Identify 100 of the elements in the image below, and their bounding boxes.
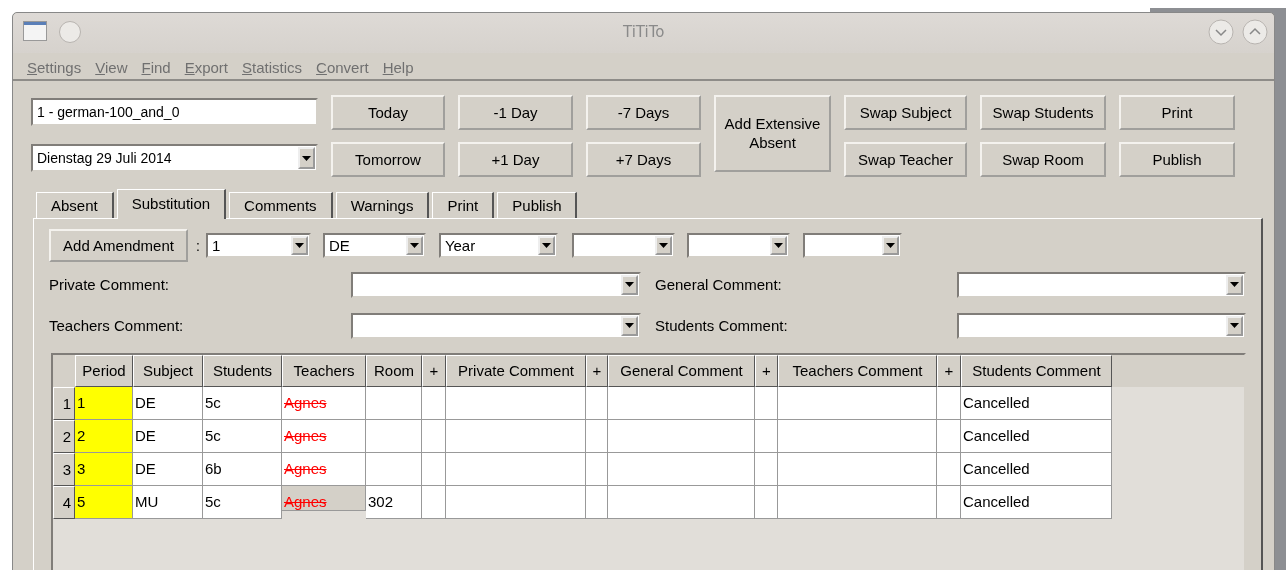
maximize-button[interactable] — [1242, 19, 1268, 45]
table-cell[interactable]: 5 — [75, 486, 133, 519]
table-cell[interactable]: MU — [133, 486, 203, 519]
table-cell[interactable] — [446, 420, 586, 453]
toolbar-button[interactable]: Tomorrow — [331, 142, 445, 177]
table-cell[interactable]: Cancelled — [961, 486, 1112, 519]
table-cell[interactable]: Cancelled — [961, 453, 1112, 486]
row-header[interactable]: 1 — [53, 387, 75, 420]
minimize-button[interactable] — [1208, 19, 1234, 45]
table-cell[interactable] — [446, 486, 586, 519]
toolbar-button[interactable]: Add Extensive Absent — [714, 95, 831, 172]
column-header[interactable]: + — [755, 355, 778, 387]
toolbar-button[interactable]: +7 Days — [586, 142, 701, 177]
column-header[interactable]: Room — [366, 355, 422, 387]
table-cell[interactable] — [422, 387, 446, 420]
table-cell[interactable] — [937, 387, 961, 420]
table-cell[interactable]: 6b — [203, 453, 282, 486]
table-cell[interactable]: DE — [133, 453, 203, 486]
table-cell[interactable] — [366, 420, 422, 453]
toolbar-button[interactable]: -7 Days — [586, 95, 701, 130]
table-cell[interactable]: Agnes — [282, 387, 366, 420]
tab[interactable]: Substitution — [116, 189, 227, 219]
table-cell[interactable] — [422, 420, 446, 453]
column-header[interactable]: Subject — [133, 355, 203, 387]
add-amendment-button[interactable]: Add Amendment — [49, 229, 188, 262]
toolbar-button[interactable]: Today — [331, 95, 445, 130]
table-cell[interactable] — [937, 453, 961, 486]
table-cell[interactable]: 2 — [75, 420, 133, 453]
table-cell[interactable] — [422, 486, 446, 519]
table-cell[interactable] — [586, 453, 608, 486]
table-cell[interactable] — [755, 387, 778, 420]
column-header[interactable]: + — [422, 355, 446, 387]
table-cell[interactable] — [778, 486, 937, 519]
table-cell[interactable] — [608, 453, 755, 486]
table-cell[interactable] — [778, 387, 937, 420]
table-cell[interactable]: 302 — [366, 486, 422, 519]
comment-dropdown[interactable] — [957, 271, 1246, 298]
table-cell[interactable]: DE — [133, 387, 203, 420]
toolbar-button[interactable]: Swap Teacher — [844, 142, 967, 177]
table-cell[interactable] — [586, 486, 608, 519]
table-cell[interactable] — [778, 453, 937, 486]
table-cell[interactable] — [446, 387, 586, 420]
filter-dropdown[interactable] — [571, 233, 675, 258]
column-header[interactable]: Students — [203, 355, 282, 387]
row-header[interactable]: 4 — [53, 486, 75, 519]
column-header[interactable]: + — [586, 355, 608, 387]
column-header[interactable]: Private Comment — [446, 355, 586, 387]
table-cell[interactable] — [937, 486, 961, 519]
tab[interactable]: Print — [432, 192, 495, 218]
table-cell[interactable] — [366, 387, 422, 420]
table-cell[interactable] — [586, 420, 608, 453]
filter-dropdown[interactable] — [686, 233, 790, 258]
column-header[interactable]: + — [937, 355, 961, 387]
comment-dropdown[interactable] — [351, 271, 641, 298]
table-cell[interactable]: DE — [133, 420, 203, 453]
table-cell[interactable]: 5c — [203, 486, 282, 519]
table-cell[interactable] — [778, 420, 937, 453]
toolbar-button[interactable]: Swap Students — [980, 95, 1106, 130]
table-cell[interactable] — [755, 486, 778, 519]
plan-field[interactable]: 1 - german-100_and_0 — [31, 98, 318, 126]
table-cell[interactable] — [755, 453, 778, 486]
column-header[interactable]: Teachers Comment — [778, 355, 937, 387]
tab[interactable]: Comments — [229, 192, 333, 218]
table-cell[interactable] — [366, 453, 422, 486]
table-cell[interactable]: Agnes — [282, 453, 366, 486]
table-cell[interactable] — [608, 486, 755, 519]
toolbar-button[interactable]: Publish — [1119, 142, 1235, 177]
tab[interactable]: Absent — [36, 192, 114, 218]
comment-dropdown[interactable] — [351, 312, 641, 339]
table-cell[interactable]: 5c — [203, 420, 282, 453]
column-header[interactable]: General Comment — [608, 355, 755, 387]
toolbar-button[interactable]: +1 Day — [458, 142, 573, 177]
toolbar-button[interactable]: Print — [1119, 95, 1235, 130]
filter-dropdown[interactable]: DE — [322, 233, 426, 258]
table-cell[interactable]: Agnes — [282, 420, 366, 453]
filter-dropdown[interactable]: 1 — [205, 233, 311, 258]
table-cell[interactable]: 5c — [203, 387, 282, 420]
table-cell[interactable] — [937, 420, 961, 453]
column-header[interactable]: Period — [75, 355, 133, 387]
table-cell[interactable] — [755, 420, 778, 453]
toolbar-button[interactable]: -1 Day — [458, 95, 573, 130]
table-cell[interactable] — [586, 387, 608, 420]
column-header[interactable]: Students Comment — [961, 355, 1112, 387]
tab[interactable]: Publish — [497, 192, 578, 218]
toolbar-button[interactable]: Swap Subject — [844, 95, 967, 130]
row-header[interactable]: 2 — [53, 420, 75, 453]
table-cell[interactable] — [608, 420, 755, 453]
table-cell[interactable]: 3 — [75, 453, 133, 486]
table-cell[interactable] — [608, 387, 755, 420]
row-header[interactable]: 3 — [53, 453, 75, 486]
window-menu-button[interactable] — [59, 21, 81, 43]
filter-dropdown[interactable]: Year — [438, 233, 558, 258]
toolbar-button[interactable]: Swap Room — [980, 142, 1106, 177]
table-cell[interactable]: Cancelled — [961, 387, 1112, 420]
table-cell[interactable]: Cancelled — [961, 420, 1112, 453]
column-header[interactable]: Teachers — [282, 355, 366, 387]
table-cell[interactable]: 1 — [75, 387, 133, 420]
filter-dropdown[interactable] — [802, 233, 902, 258]
table-cell[interactable] — [446, 453, 586, 486]
tab[interactable]: Warnings — [335, 192, 430, 218]
